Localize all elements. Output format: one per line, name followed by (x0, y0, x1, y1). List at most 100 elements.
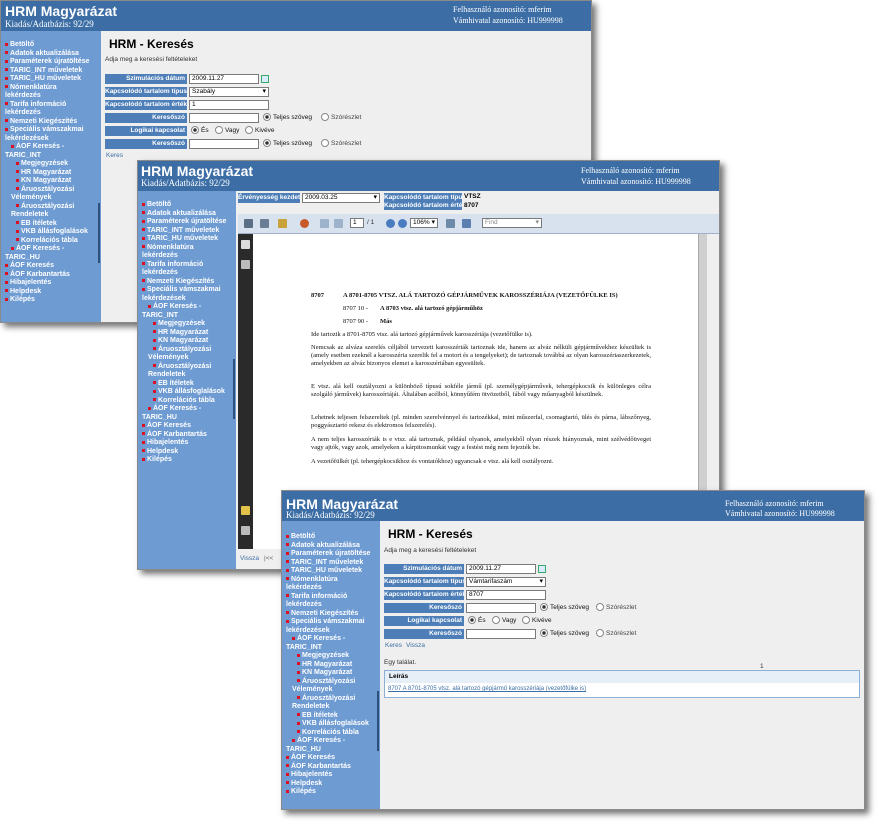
nav-megjegyzesek[interactable]: Megjegyzések (5, 160, 89, 169)
save-icon[interactable] (260, 219, 269, 228)
nav2-nomenklatura-2[interactable]: lekérdezés (142, 252, 226, 261)
nav2-nomenklatura[interactable]: Nómenklatúra (142, 244, 226, 253)
nav3-kn-magyarazat[interactable]: KN Magyarázat (286, 669, 370, 678)
nav3-nomenklatura-2[interactable]: lekérdezés (286, 584, 370, 593)
zoom-out-icon[interactable] (386, 219, 395, 228)
nav2-aof-int[interactable]: ÁOF Keresés - (142, 303, 226, 312)
nav2-aruoszt-vel-2[interactable]: Vélemények (142, 354, 226, 363)
nav-aof-hu-2[interactable]: TARIC_HU (5, 254, 89, 263)
page-number[interactable]: 1 (760, 663, 764, 670)
nav2-megjegyzesek[interactable]: Megjegyzések (142, 320, 226, 329)
nav2-kilepes[interactable]: Kilépés (142, 456, 226, 465)
nav3-aof-int[interactable]: ÁOF Keresés - (286, 635, 370, 644)
nav3-aruoszt-vel-2[interactable]: Vélemények (286, 686, 370, 695)
nav-nomenklatura-2[interactable]: lekérdezés (5, 92, 89, 101)
nav2-aruoszt-rend-2[interactable]: Rendeletek (142, 371, 226, 380)
nav3-adatok[interactable]: Adatok aktualizálása (286, 542, 370, 551)
back-button-3[interactable]: Vissza (406, 642, 425, 649)
nav3-nemzeti[interactable]: Nemzeti Kiegészítés (286, 610, 370, 619)
keyword-input-3[interactable] (466, 603, 536, 613)
nav-specialis[interactable]: Speciális vámszakmai (5, 126, 89, 135)
nav-tarifa[interactable]: Tarifa információ (5, 101, 89, 110)
nav-aof-kereses[interactable]: ÁOF Keresés (5, 262, 89, 271)
nav2-taric-hu[interactable]: TARIC_HU műveletek (142, 235, 226, 244)
nav-aof-karbantartas[interactable]: ÁOF Karbantartás (5, 271, 89, 280)
or-radio-3[interactable]: Vagy (492, 616, 516, 626)
nav3-helpdesk[interactable]: Helpdesk (286, 780, 370, 789)
nav2-aof-hu[interactable]: ÁOF Keresés - (142, 405, 226, 414)
nav-aof-int-2[interactable]: TARIC_INT (5, 152, 89, 161)
calendar-icon-3[interactable] (538, 565, 546, 573)
nav3-hr-magyarazat[interactable]: HR Magyarázat (286, 661, 370, 670)
back-link[interactable]: Vissza (240, 555, 259, 562)
nav3-taric-hu[interactable]: TARIC_HU műveletek (286, 567, 370, 576)
nav3-aof-hu-2[interactable]: TARIC_HU (286, 746, 370, 755)
except-radio[interactable]: Kivéve (245, 126, 275, 136)
nav2-parameterek[interactable]: Paraméterek újratöltése (142, 218, 226, 227)
nav2-hr-magyarazat[interactable]: HR Magyarázat (142, 329, 226, 338)
fragment-radio-2[interactable]: Szórészlet (321, 139, 361, 149)
nav2-vkb[interactable]: VKB állásfoglalások (142, 388, 226, 397)
prev-page-icon[interactable] (320, 219, 329, 228)
fit-width-icon[interactable] (462, 219, 471, 228)
content-value-input[interactable]: 1 (189, 100, 269, 110)
nav2-kn-magyarazat[interactable]: KN Magyarázat (142, 337, 226, 346)
layers-icon[interactable] (241, 260, 250, 269)
nav2-aruoszt-vel[interactable]: Áruosztályozási (142, 346, 226, 355)
nav3-aruoszt-rend[interactable]: Áruosztályozási (286, 695, 370, 704)
nav3-korrelacios[interactable]: Korrelációs tábla (286, 729, 370, 738)
nav3-aruoszt-vel[interactable]: Áruosztályozási (286, 678, 370, 687)
fit-page-icon[interactable] (446, 219, 455, 228)
and-radio[interactable]: És (191, 126, 209, 136)
next-page-icon[interactable] (334, 219, 343, 228)
nav3-tarifa[interactable]: Tarifa információ (286, 593, 370, 602)
nav-vkb[interactable]: VKB állásfoglalások (5, 228, 89, 237)
nav2-helpdesk[interactable]: Helpdesk (142, 448, 226, 457)
result-link[interactable]: 8707 A 8701-8705 vtsz. alá tartozó gépjá… (388, 686, 586, 692)
fragment-radio-3[interactable]: Szórészlet (596, 603, 636, 613)
nav3-hibajelentes[interactable]: Hibajelentés (286, 771, 370, 780)
nav2-aof-hu-2[interactable]: TARIC_HU (142, 414, 226, 423)
nav-aof-hu[interactable]: ÁOF Keresés - (5, 245, 89, 254)
calendar-icon[interactable] (261, 75, 269, 83)
content-type-select[interactable]: Szabály (189, 87, 269, 97)
nav-parameterek[interactable]: Paraméterek újratöltése (5, 58, 89, 67)
nav-taric-int[interactable]: TARIC_INT műveletek (5, 67, 89, 76)
nav2-aof-karbantartas[interactable]: ÁOF Karbantartás (142, 431, 226, 440)
search-button-3[interactable]: Keres (385, 642, 402, 649)
full-text-radio-3[interactable]: Teljes szöveg (540, 603, 589, 613)
zoom-in-icon[interactable] (398, 219, 407, 228)
nav3-aruoszt-rend-2[interactable]: Rendeletek (286, 703, 370, 712)
pages-icon[interactable] (241, 240, 250, 249)
nav-aruoszt-vel-2[interactable]: Vélemények (5, 194, 89, 203)
nav-tarifa-2[interactable]: lekérdezés (5, 109, 89, 118)
nav3-specialis[interactable]: Speciális vámszakmai (286, 618, 370, 627)
nav2-nemzeti[interactable]: Nemzeti Kiegészítés (142, 278, 226, 287)
search-button[interactable]: Keres (106, 152, 123, 159)
nav-aruoszt-rend-2[interactable]: Rendeletek (5, 211, 89, 220)
comments-icon[interactable] (241, 506, 250, 515)
full-text-radio[interactable]: Teljes szöveg (263, 113, 312, 123)
nav-korrelacios[interactable]: Korrelációs tábla (5, 237, 89, 246)
nav-aruoszt-vel[interactable]: Áruosztályozási (5, 186, 89, 195)
nav-kn-magyarazat[interactable]: KN Magyarázat (5, 177, 89, 186)
content-value-input-3[interactable]: 8707 (466, 590, 546, 600)
nav3-kilepes[interactable]: Kilépés (286, 788, 370, 797)
keyword-input-3b[interactable] (466, 629, 536, 639)
nav-hr-magyarazat[interactable]: HR Magyarázat (5, 169, 89, 178)
or-radio[interactable]: Vagy (215, 126, 239, 136)
nav-aruoszt-rend[interactable]: Áruosztályozási (5, 203, 89, 212)
print-icon[interactable] (244, 219, 253, 228)
nav-helpdesk[interactable]: Helpdesk (5, 288, 89, 297)
nav2-betolto[interactable]: Betöltő (142, 201, 226, 210)
nav2-korrelacios[interactable]: Korrelációs tábla (142, 397, 226, 406)
nav3-aof-karbantartas[interactable]: ÁOF Karbantartás (286, 763, 370, 772)
full-text-radio-3b[interactable]: Teljes szöveg (540, 629, 589, 639)
keyword-input[interactable] (189, 113, 259, 123)
nav3-nomenklatura[interactable]: Nómenklatúra (286, 576, 370, 585)
nav2-specialis-2[interactable]: lekérdezések (142, 295, 226, 304)
nav-adatok[interactable]: Adatok aktualizálása (5, 50, 89, 59)
nav-nemzeti[interactable]: Nemzeti Kiegészítés (5, 118, 89, 127)
nav-betolto[interactable]: Betöltő (5, 41, 89, 50)
nav2-tarifa[interactable]: Tarifa információ (142, 261, 226, 270)
